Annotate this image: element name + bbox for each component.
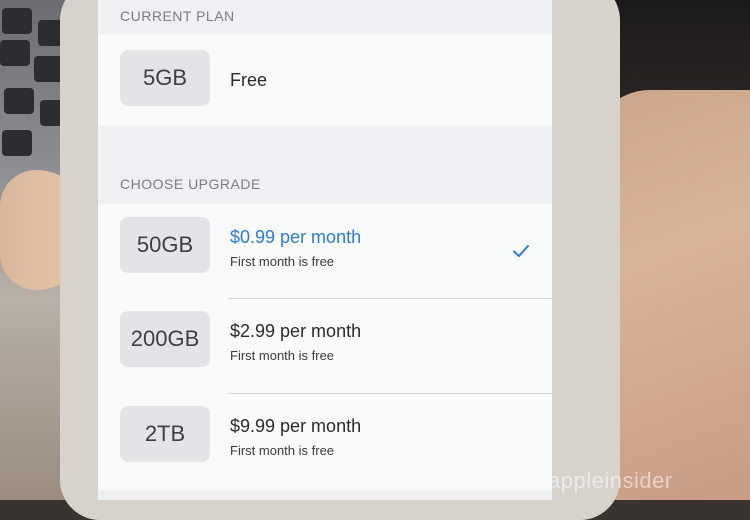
current-plan-group: 5GB Free [98, 34, 552, 126]
option-size-badge: 50GB [120, 217, 210, 273]
option-note: First month is free [230, 443, 335, 458]
storage-plan-screen: CURRENT PLAN 5GB Free CHOOSE UPGRADE 50G… [98, 0, 552, 500]
current-plan-header: CURRENT PLAN [120, 8, 235, 24]
upgrade-option-2tb[interactable]: 2TB $9.99 per month First month is free [98, 394, 552, 490]
watermark: appleinsider [548, 468, 673, 493]
option-size-badge: 2TB [120, 406, 210, 462]
option-size-badge: 200GB [120, 311, 210, 367]
upgrade-options-group: 50GB $0.99 per month First month is free… [98, 204, 552, 490]
option-price: $2.99 per month [230, 321, 362, 341]
current-plan-label: Free [230, 70, 268, 90]
upgrade-option-200gb[interactable]: 200GB $2.99 per month First month is fre… [98, 299, 552, 394]
option-note: First month is free [230, 254, 335, 269]
option-note: First month is free [230, 348, 335, 363]
current-plan-size-badge: 5GB [120, 50, 210, 106]
option-price: $0.99 per month [230, 227, 362, 247]
upgrade-option-50gb[interactable]: 50GB $0.99 per month First month is free [98, 204, 552, 299]
choose-upgrade-header: CHOOSE UPGRADE [120, 176, 261, 192]
option-price: $9.99 per month [230, 416, 362, 436]
checkmark-icon [513, 245, 529, 257]
current-plan-row: 5GB Free [98, 34, 552, 126]
